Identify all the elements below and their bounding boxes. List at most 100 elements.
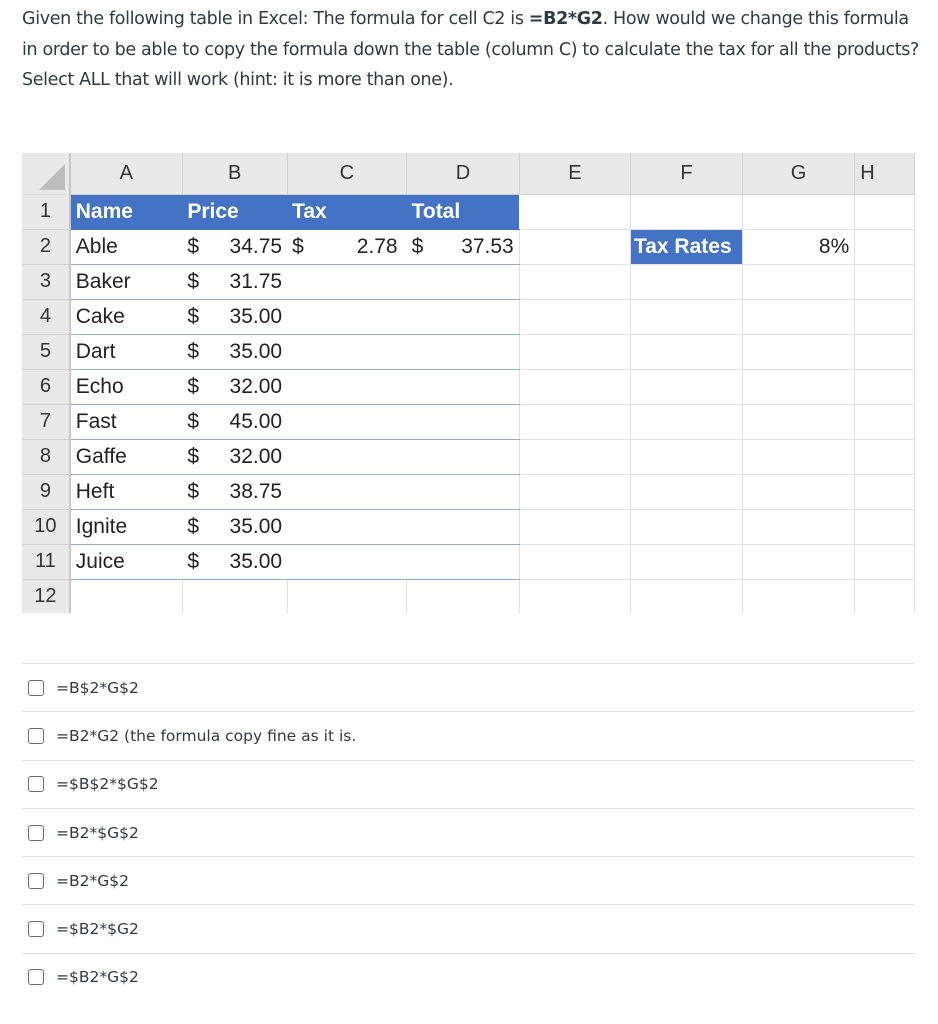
checkbox[interactable] [28,921,44,938]
cell-total: $37.53 [406,229,520,265]
checkbox[interactable] [28,727,44,744]
column-header-h: H [854,153,915,195]
cell-g [742,334,856,370]
column-header-a: A [69,153,183,195]
currency-value: $45.00 [187,410,282,434]
question-text-before: Given the following table in Excel: The … [22,9,529,29]
sheet-row-4: 4 Cake $35.00 [22,299,915,335]
cell-h [854,229,915,265]
cell-h [854,474,915,510]
answer-option[interactable]: =$B$2*$G$2 [22,759,915,808]
checkbox[interactable] [28,872,44,889]
currency-value: $37.53 [412,235,514,259]
cell-name: Juice [69,544,183,580]
cell-price: $32.00 [182,369,288,405]
currency-value: $32.00 [187,445,282,469]
answer-option[interactable]: =B$2*G$2 [22,663,915,711]
checkbox[interactable] [28,679,44,696]
cell-h [854,544,915,580]
cell-h [854,439,915,475]
option-label: =$B2*$G2 [56,920,139,939]
select-all-corner [22,153,71,195]
cell-h [854,334,915,370]
currency-symbol: $ [187,479,200,503]
currency-symbol: $ [187,444,200,468]
cell-e [519,474,631,510]
cell-price: $35.00 [182,299,288,335]
sheet-row-6: 6 Echo $32.00 [22,369,915,405]
cell-price: $38.75 [182,474,288,510]
cell-e [519,229,631,265]
cell-total [406,579,520,613]
sheet-row-7: 7 Fast $45.00 [22,404,915,440]
sheet-row-1: 1 Name Price Tax Total [22,194,915,230]
cell-total [406,404,520,440]
sheet-row-8: 8 Gaffe $32.00 [22,439,915,475]
cell-price: $35.00 [182,334,288,370]
cell-total [406,264,520,300]
currency-value: $35.00 [187,550,282,574]
currency-symbol: $ [187,304,200,328]
row-number: 2 [22,229,71,265]
question-formula: =B2*G2 [528,9,603,29]
cell-g [742,474,856,510]
currency-value: $35.00 [187,515,282,539]
currency-value: $34.75 [187,235,282,259]
checkbox[interactable] [28,969,44,986]
currency-value: $38.75 [187,480,282,504]
currency-value: $32.00 [187,375,282,399]
cell-h [854,404,915,440]
amount: 37.53 [461,234,514,258]
row-number: 9 [22,474,71,510]
cell-name: Fast [69,404,183,440]
cell-e [519,544,631,580]
currency-symbol: $ [292,234,304,258]
cell-total [406,509,520,545]
cell-g [742,509,856,545]
row-number: 7 [22,404,71,440]
amount: 35.00 [229,339,283,363]
column-header-d: D [406,153,520,195]
currency-value: $35.00 [187,305,282,329]
cell-e1 [519,194,631,230]
cell-e [519,264,631,300]
row-number: 12 [22,579,71,613]
row-number: 11 [22,544,71,580]
cell-g [742,579,856,613]
sheet-row-10: 10 Ignite $35.00 [22,509,915,545]
cell-total [406,544,520,580]
amount: 31.75 [229,269,283,293]
cell-name: Gaffe [69,439,183,475]
option-label: =$B2*G$2 [56,968,139,987]
amount: 34.75 [229,234,283,258]
cell-g [742,299,856,335]
answer-option[interactable]: =$B2*G$2 [22,952,915,1001]
cell-name: Ignite [69,509,183,545]
answer-option[interactable]: =$B2*$G2 [22,904,915,952]
cell-g1 [742,194,856,230]
row-number: 3 [22,264,71,300]
cell-tax [287,334,407,370]
answer-options: =B$2*G$2 =B2*G2 (the formula copy fine as… [22,663,915,1001]
amount: 32.00 [229,374,283,398]
row-number: 1 [22,194,71,230]
amount: 32.00 [229,444,283,468]
sheet-row-5: 5 Dart $35.00 [22,334,915,370]
cell-h [854,369,915,405]
column-header-row: A B C D E F G H [22,153,915,195]
cell-d1: Total [406,194,520,230]
answer-option[interactable]: =B2*$G$2 [22,807,915,856]
answer-option[interactable]: =B2*G$2 [22,856,915,904]
currency-symbol: $ [187,269,200,293]
option-label: =$B$2*$G$2 [56,775,159,794]
checkbox[interactable] [28,824,44,841]
cell-e [519,334,631,370]
tax-rates-label-cell: Tax Rates [630,229,743,265]
checkbox[interactable] [28,776,44,793]
column-header-f: F [630,153,743,195]
cell-total [406,369,520,405]
answer-option[interactable]: =B2*G2 (the formula copy fine as it is. [22,711,915,759]
amount: 2.78 [356,234,398,258]
currency-value: $2.78 [292,235,402,259]
cell-tax [287,474,407,510]
